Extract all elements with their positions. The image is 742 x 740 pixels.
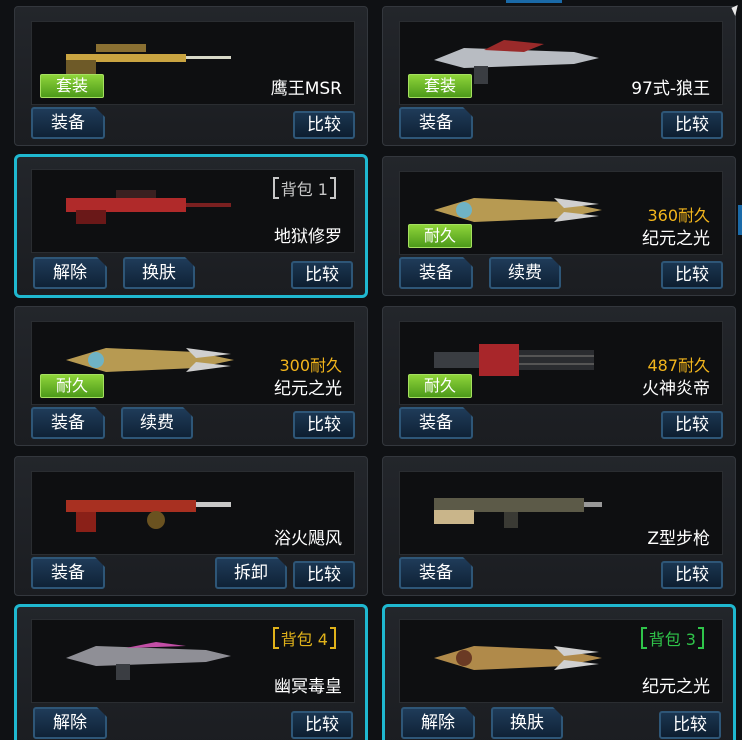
weapon-card[interactable]: 套装 97式-狼王 装备 比较 (382, 6, 736, 146)
durability-badge: 耐久 (408, 224, 472, 248)
energy-gun-icon (434, 646, 602, 670)
unequip-button[interactable]: 解除 (33, 707, 107, 739)
renew-button[interactable]: 续费 (121, 407, 193, 439)
detach-button[interactable]: 拆卸 (215, 557, 287, 589)
compare-button[interactable]: 比较 (291, 711, 353, 739)
compare-button[interactable]: 比较 (659, 711, 721, 739)
equip-button[interactable]: 装备 (31, 107, 105, 139)
durability-badge: 耐久 (408, 374, 472, 398)
set-badge: 套装 (408, 74, 472, 98)
equip-button[interactable]: 装备 (31, 407, 105, 439)
weapon-card[interactable]: 套装 鹰王MSR 装备 比较 (14, 6, 368, 146)
weapon-card[interactable]: 耐久 487耐久 火神炎帝 装备 比较 (382, 306, 736, 446)
compare-button[interactable]: 比较 (661, 261, 723, 289)
weapon-card-selected[interactable]: 背包 1 地狱修罗 解除 换肤 比较 (14, 154, 368, 298)
weapon-name: 纪元之光 (274, 379, 342, 399)
equip-button[interactable]: 装备 (399, 407, 473, 439)
weapon-name: 鹰王MSR (270, 79, 342, 99)
weapon-card-selected[interactable]: 背包 4 幽冥毒皇 解除 比较 (14, 604, 368, 740)
compare-button[interactable]: 比较 (293, 561, 355, 589)
change-skin-button[interactable]: 换肤 (491, 707, 563, 739)
weapon-card[interactable]: 浴火飓风 装备 拆卸 比较 (14, 456, 368, 596)
durability-value: 360耐久 (647, 206, 710, 225)
set-badge: 套装 (40, 74, 104, 98)
weapon-image-frame: 耐久 360耐久 纪元之光 (399, 171, 723, 255)
equip-button[interactable]: 装备 (399, 257, 473, 289)
machine-gun-icon (66, 500, 231, 532)
weapon-card[interactable]: Z型步枪 装备 比较 (382, 456, 736, 596)
equip-button[interactable]: 装备 (399, 107, 473, 139)
assault-rifle-icon (66, 642, 231, 680)
change-skin-button[interactable]: 换肤 (123, 257, 195, 289)
compare-button[interactable]: 比较 (291, 261, 353, 289)
unequip-button[interactable]: 解除 (33, 257, 107, 289)
weapon-name: 火神炎帝 (642, 379, 710, 399)
weapon-image-frame: 背包 4 幽冥毒皇 (31, 619, 355, 703)
durability-value: 487耐久 (647, 356, 710, 375)
compare-button[interactable]: 比较 (293, 111, 355, 139)
compare-button[interactable]: 比较 (661, 111, 723, 139)
unequip-button[interactable]: 解除 (401, 707, 475, 739)
weapon-name: 幽冥毒皇 (274, 677, 342, 697)
weapon-image-frame: 耐久 300耐久 纪元之光 (31, 321, 355, 405)
weapon-name: 浴火飓风 (274, 529, 342, 549)
backpack-tag: 背包 4 (272, 626, 337, 650)
compare-button[interactable]: 比较 (661, 561, 723, 589)
weapon-card[interactable]: 耐久 300耐久 纪元之光 装备 续费 比较 (14, 306, 368, 446)
weapon-image-frame: 浴火飓风 (31, 471, 355, 555)
weapon-image-frame: 耐久 487耐久 火神炎帝 (399, 321, 723, 405)
weapon-inventory-grid: 套装 鹰王MSR 装备 比较 套装 97式-狼王 装备 比较 背包 1 地狱修罗… (0, 0, 742, 740)
backpack-tag: 背包 1 (272, 176, 337, 200)
scrollbar-thumb[interactable] (738, 205, 742, 235)
durability-badge: 耐久 (40, 374, 104, 398)
renew-button[interactable]: 续费 (489, 257, 561, 289)
sniper-rifle-icon (66, 190, 231, 224)
weapon-name: Z型步枪 (647, 529, 710, 549)
weapon-image-frame: 背包 1 地狱修罗 (31, 169, 355, 253)
durability-value: 300耐久 (279, 356, 342, 375)
compare-button[interactable]: 比较 (293, 411, 355, 439)
weapon-name: 97式-狼王 (631, 79, 710, 99)
rifle-icon (434, 498, 602, 528)
weapon-card[interactable]: 耐久 360耐久 纪元之光 装备 续费 比较 (382, 156, 736, 296)
weapon-name: 纪元之光 (642, 677, 710, 697)
compare-button[interactable]: 比较 (661, 411, 723, 439)
weapon-image-frame: Z型步枪 (399, 471, 723, 555)
weapon-name: 纪元之光 (642, 229, 710, 249)
backpack-tag: 背包 3 (640, 626, 705, 650)
weapon-image-frame: 背包 3 纪元之光 (399, 619, 723, 703)
equip-button[interactable]: 装备 (399, 557, 473, 589)
equip-button[interactable]: 装备 (31, 557, 105, 589)
weapon-image-frame: 套装 鹰王MSR (31, 21, 355, 105)
weapon-card-selected[interactable]: 背包 3 纪元之光 解除 换肤 比较 (382, 604, 736, 740)
scroll-indicator (506, 0, 562, 3)
weapon-image-frame: 套装 97式-狼王 (399, 21, 723, 105)
weapon-name: 地狱修罗 (274, 227, 342, 247)
